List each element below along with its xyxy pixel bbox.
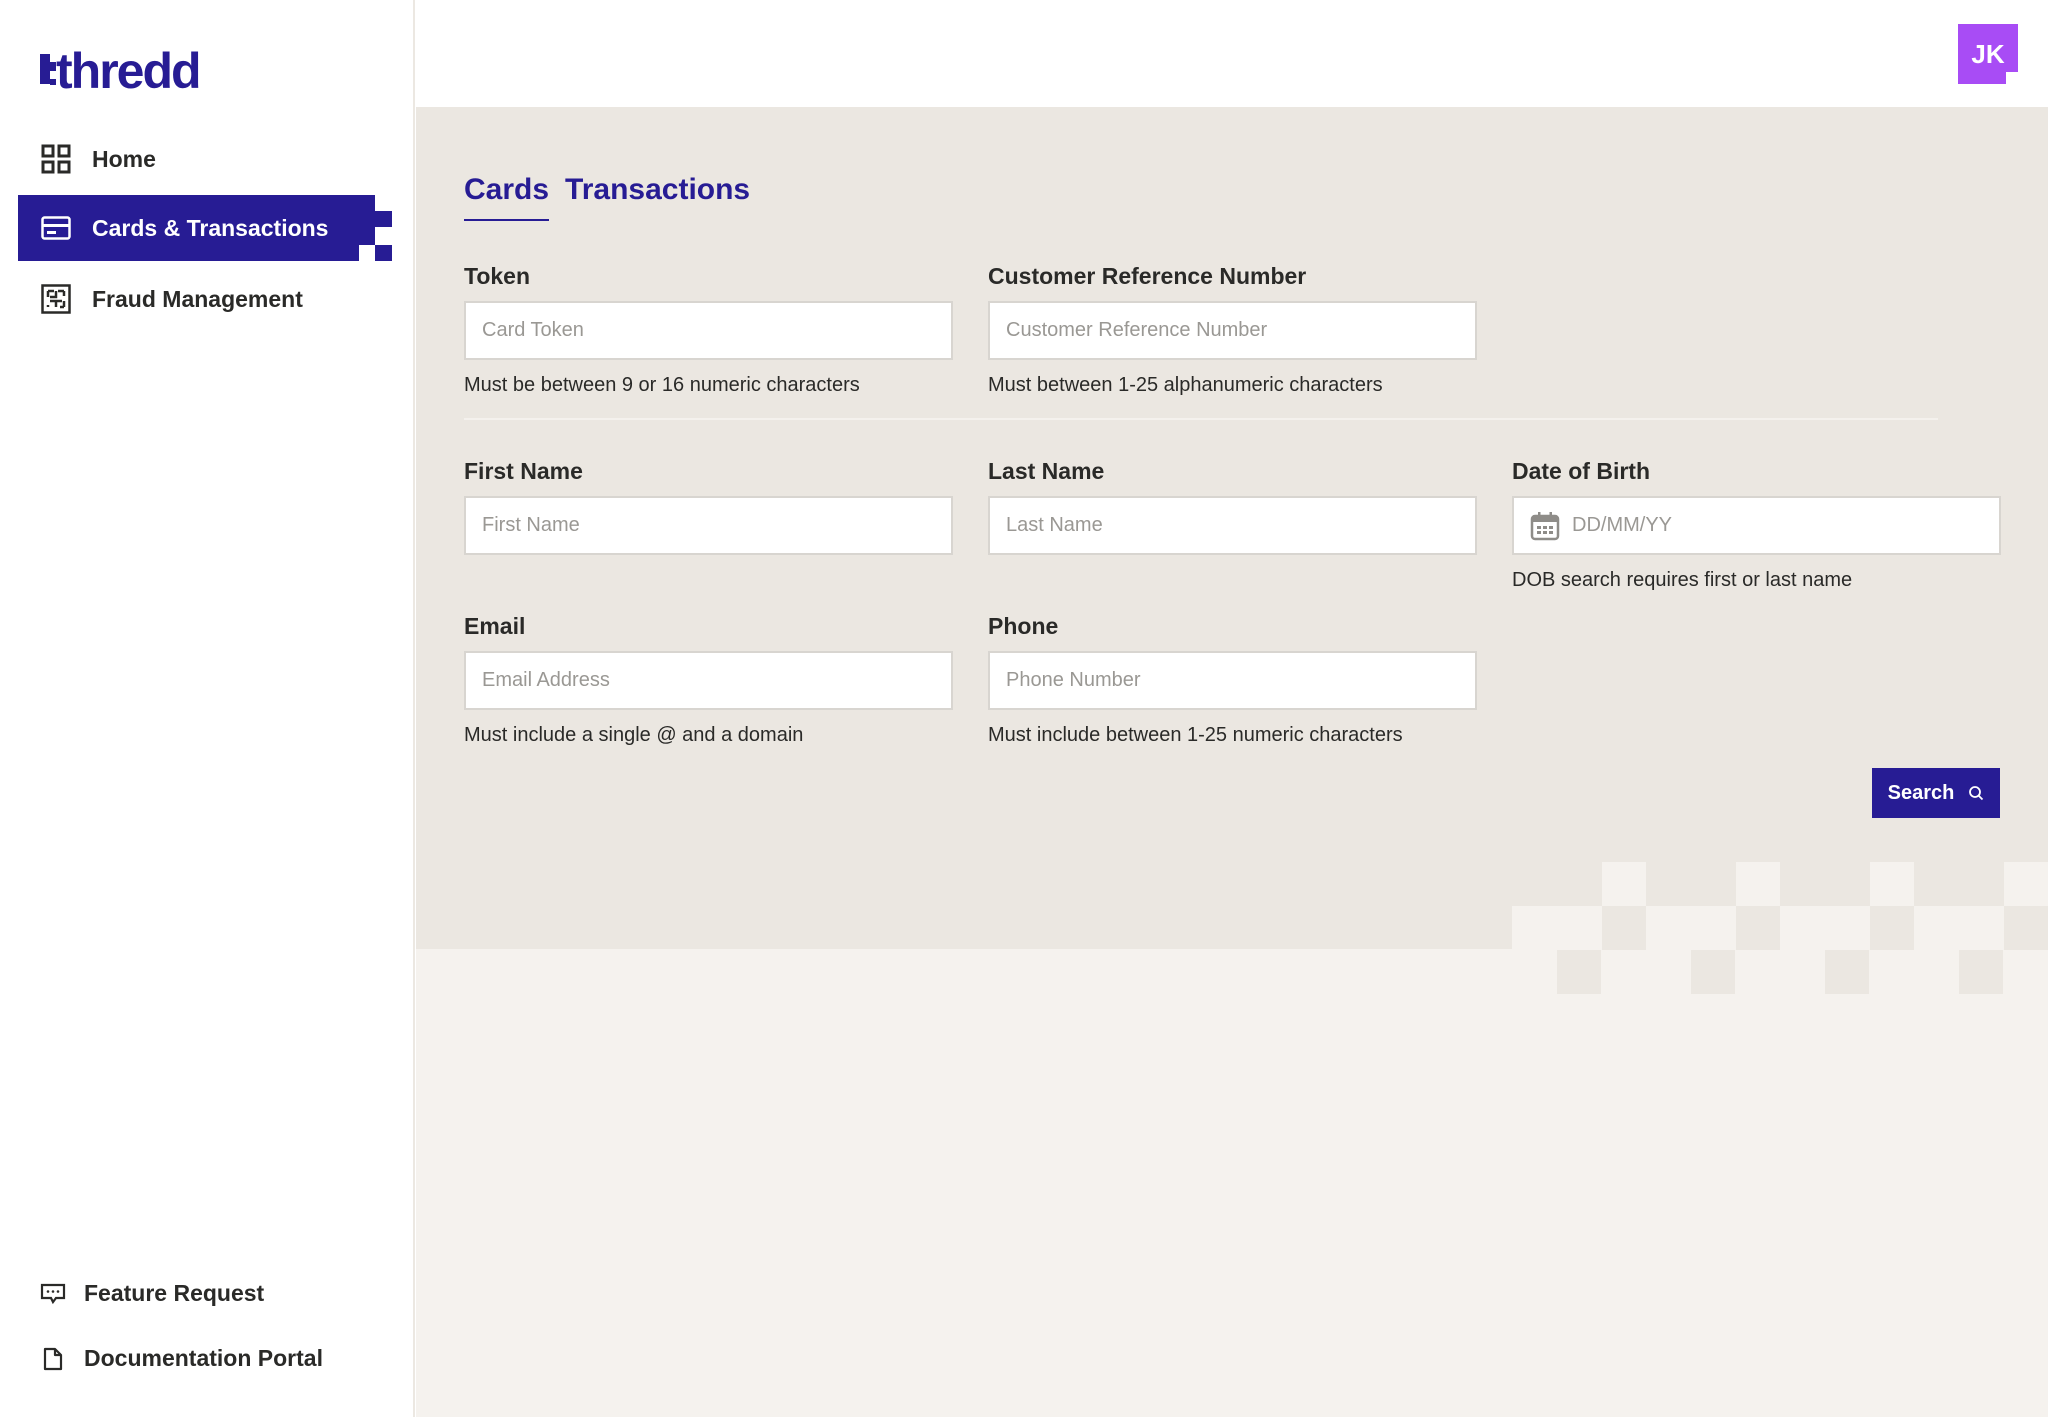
phone-label: Phone	[988, 613, 1059, 639]
sidebar-item-label: Feature Request	[84, 1280, 265, 1306]
pixel-notch	[359, 245, 375, 261]
search-button[interactable]: Search	[1872, 768, 2000, 818]
dob-hint: DOB search requires first or last name	[1512, 569, 1853, 591]
last-name-input[interactable]	[1006, 514, 1475, 537]
token-input-box	[464, 301, 953, 360]
crn-hint: Must between 1-25 alphanumeric character…	[988, 374, 1383, 396]
token-input[interactable]	[482, 319, 951, 342]
user-avatar[interactable]: JK	[1958, 24, 2018, 84]
crn-label: Customer Reference Number	[988, 263, 1307, 289]
results-area	[416, 949, 2048, 1417]
thredd-logo[interactable]: thredd	[40, 46, 230, 92]
phone-input-box	[988, 651, 1477, 710]
sidebar-item-label: Cards & Transactions	[92, 214, 329, 241]
card-icon	[40, 212, 72, 244]
sidebar-item-label: Documentation Portal	[84, 1345, 323, 1371]
email-input-box	[464, 651, 953, 710]
grid-icon	[40, 143, 72, 175]
first-name-input-box	[464, 496, 953, 555]
email-label: Email	[464, 613, 526, 639]
crn-input-box	[988, 301, 1477, 360]
document-icon	[40, 1346, 66, 1372]
tab-cards[interactable]: Cards	[464, 173, 550, 221]
sidebar: thredd Home Cards & Transactions Fraud M…	[0, 0, 415, 1417]
last-name-field-group: Last Name	[988, 458, 1477, 555]
dob-input-box	[1512, 496, 2001, 555]
dob-input[interactable]	[1572, 514, 1999, 537]
phone-input[interactable]	[1006, 669, 1475, 692]
tab-transactions[interactable]: Transactions	[565, 173, 750, 221]
token-label: Token	[464, 263, 531, 289]
search-button-label: Search	[1887, 781, 1955, 804]
first-name-input[interactable]	[482, 514, 951, 537]
last-name-label: Last Name	[988, 458, 1105, 484]
crn-input[interactable]	[1006, 319, 1475, 342]
sidebar-item-cards-transactions[interactable]: Cards & Transactions	[18, 195, 392, 261]
dob-field-group: Date of Birth DOB search requires first …	[1512, 458, 2001, 592]
calendar-icon[interactable]	[1530, 511, 1560, 541]
sidebar-item-documentation-portal[interactable]: Documentation Portal	[40, 1345, 323, 1372]
phone-hint: Must include between 1-25 numeric charac…	[988, 724, 1403, 746]
sidebar-item-fraud-management[interactable]: Fraud Management	[18, 266, 374, 332]
logo-text: thredd	[56, 46, 200, 92]
token-field-group: Token Must be between 9 or 16 numeric ch…	[464, 263, 953, 397]
email-hint: Must include a single @ and a domain	[464, 724, 804, 746]
email-input[interactable]	[482, 669, 951, 692]
chat-bubble-icon	[40, 1281, 66, 1307]
crn-field-group: Customer Reference Number Must between 1…	[988, 263, 1477, 397]
sidebar-item-feature-request[interactable]: Feature Request	[40, 1280, 264, 1307]
sidebar-item-label: Home	[92, 145, 156, 172]
top-bar: JK	[415, 0, 2048, 107]
search-icon	[1969, 786, 1984, 801]
email-field-group: Email Must include a single @ and a doma…	[464, 613, 953, 747]
section-divider	[464, 418, 1938, 420]
maze-icon	[40, 283, 72, 315]
search-panel: Cards Transactions Token Must be between…	[416, 107, 2048, 949]
tab-bar: Cards Transactions	[464, 173, 750, 221]
first-name-label: First Name	[464, 458, 583, 484]
last-name-input-box	[988, 496, 1477, 555]
token-hint: Must be between 9 or 16 numeric characte…	[464, 374, 860, 396]
phone-field-group: Phone Must include between 1-25 numeric …	[988, 613, 1477, 747]
first-name-field-group: First Name	[464, 458, 953, 555]
sidebar-item-home[interactable]: Home	[18, 126, 374, 192]
sidebar-item-label: Fraud Management	[92, 285, 303, 312]
dob-label: Date of Birth	[1512, 458, 1650, 484]
